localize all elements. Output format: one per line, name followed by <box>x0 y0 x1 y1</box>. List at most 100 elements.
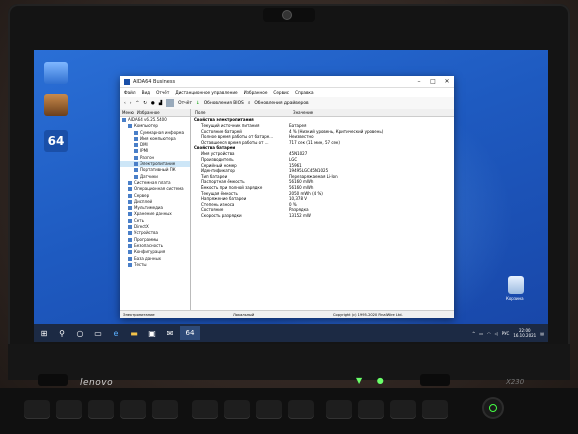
refresh-icon[interactable]: ↻ <box>143 101 147 106</box>
tree-node-icon <box>128 250 132 255</box>
status-leds: ▼ ● <box>356 376 390 385</box>
tree-node-icon <box>134 174 138 179</box>
volume-icon[interactable]: ◁ <box>495 331 498 336</box>
minimize-icon[interactable]: – <box>412 76 426 87</box>
key-f5[interactable] <box>192 400 218 419</box>
desktop-icon-1[interactable] <box>44 62 68 84</box>
recycle-bin-icon[interactable] <box>508 276 524 294</box>
tab-menu[interactable]: Меню <box>122 110 134 115</box>
key-f8[interactable] <box>288 400 314 419</box>
key-f7[interactable] <box>256 400 282 419</box>
status-mid: Локальный <box>233 312 255 317</box>
taskview-icon[interactable]: ▭ <box>90 326 106 340</box>
tree-item-label: Компьютер <box>134 123 158 129</box>
tree-item-label: Хранение данных <box>134 211 172 217</box>
key-f10[interactable] <box>358 400 384 419</box>
menu-file[interactable]: Файл <box>124 90 136 95</box>
back-icon[interactable]: ‹ <box>124 101 126 106</box>
field-name: Скорость разрядки <box>201 212 242 218</box>
report-button[interactable]: Отчёт <box>178 101 192 106</box>
start-icon[interactable]: ⊞ <box>36 326 52 340</box>
user-icon[interactable]: ● <box>151 101 155 106</box>
tree-item-label: Электропитание <box>140 161 176 167</box>
menu-tools[interactable]: Сервис <box>273 90 289 95</box>
driver-update-button[interactable]: Обновления драйверов <box>254 101 308 106</box>
tree-item[interactable]: Тесты <box>120 262 190 268</box>
key-f1[interactable] <box>56 400 82 419</box>
tree-item-label: Имя компьютера <box>140 135 176 141</box>
chart-icon[interactable]: ▟ <box>159 101 162 106</box>
mail-icon[interactable]: ✉ <box>162 326 178 340</box>
tree-item-label: Датчики <box>140 173 158 179</box>
forward-icon[interactable]: › <box>130 101 132 106</box>
menu-report[interactable]: Отчёт <box>156 90 169 95</box>
tree-node-icon <box>128 124 132 129</box>
search-taskbar-icon[interactable]: ⚲ <box>54 326 70 340</box>
tree-node-icon <box>134 130 138 135</box>
up-icon[interactable]: ^ <box>136 101 140 106</box>
cortana-icon[interactable]: ○ <box>72 326 88 340</box>
bios-update-button[interactable]: Обновления BIOS <box>204 101 244 106</box>
tree-node-icon <box>128 237 132 242</box>
key-f11[interactable] <box>390 400 416 419</box>
key-esc[interactable] <box>24 400 50 419</box>
tree-item-label: Сервер <box>134 192 150 198</box>
field-value: 13152 mW <box>289 212 311 218</box>
tree-node-icon <box>128 193 132 198</box>
right-hinge <box>420 374 450 386</box>
power-button[interactable] <box>484 399 502 417</box>
tree-item-label: Дисплей <box>134 198 153 204</box>
key-f2[interactable] <box>88 400 114 419</box>
tree-node-icon <box>128 243 132 248</box>
model-label: X230 <box>506 378 525 386</box>
menu-view[interactable]: Вид <box>142 90 151 95</box>
tree-item-label: Конфигурация <box>134 249 166 255</box>
edge-icon[interactable]: e <box>108 326 124 340</box>
close-icon[interactable]: ✕ <box>440 76 454 87</box>
tree-item-label: База данных <box>134 255 162 261</box>
menu-remote[interactable]: Дистанционное управление <box>175 90 237 95</box>
key-f4[interactable] <box>152 400 178 419</box>
chevron-up-icon[interactable]: ^ <box>472 331 475 336</box>
camera-lens <box>283 11 291 19</box>
column-header: Поле Значение <box>191 109 454 117</box>
column-value[interactable]: Значение <box>289 109 313 116</box>
download-icon: ↓ <box>196 100 200 106</box>
battery-icon[interactable]: ▭ <box>479 331 483 336</box>
lower-bezel <box>8 344 570 380</box>
search-icon: ⌕ <box>247 101 251 106</box>
menu-favorites[interactable]: Избранное <box>244 90 268 95</box>
key-f9[interactable] <box>326 400 352 419</box>
maximize-icon[interactable]: □ <box>426 76 440 87</box>
window-title: AIDA64 Business <box>133 78 176 85</box>
aida64-window: AIDA64 Business – □ ✕ Файл Вид Отчёт Дис… <box>120 76 454 318</box>
notifications-icon[interactable]: ▤ <box>540 331 544 336</box>
tree-item-label: Мультимедиа <box>134 205 163 211</box>
tree-node-icon <box>134 143 138 148</box>
window-controls: – □ ✕ <box>412 76 454 87</box>
explorer-icon[interactable]: ▬ <box>126 326 142 340</box>
tree-item-label: DirectX <box>134 224 149 230</box>
key-f6[interactable] <box>224 400 250 419</box>
tree-item[interactable]: Операционная система <box>120 186 190 192</box>
key-f12[interactable] <box>422 400 448 419</box>
tree-item-label: DMI <box>140 142 148 148</box>
status-right: Copyright (c) 1995-2020 FinalWire Ltd. <box>333 312 403 317</box>
aida64-taskbar-button[interactable]: 64 <box>180 326 200 340</box>
column-field[interactable]: Поле <box>191 109 289 116</box>
tree-node-icon <box>128 212 132 217</box>
system-tray: ^ ▭ ◠ ◁ РУС 22:00 16.10.2021 ▤ <box>472 328 548 338</box>
tree-item-label: Портативный ПК <box>140 167 176 173</box>
tree-item-label: Разгон <box>140 154 155 160</box>
aida64-desktop-icon[interactable]: 64 <box>44 130 68 152</box>
wifi-icon[interactable]: ◠ <box>487 331 491 336</box>
menu-help[interactable]: Справка <box>295 90 313 95</box>
tab-favorites[interactable]: Избранное <box>137 110 160 115</box>
store-icon[interactable]: ▣ <box>144 326 160 340</box>
detail-row[interactable]: Скорость разрядки 13152 mW <box>191 213 454 219</box>
desktop-icon-2[interactable] <box>44 94 68 116</box>
language-indicator[interactable]: РУС <box>502 331 510 336</box>
key-f3[interactable] <box>120 400 146 419</box>
tree-panel: Меню Избранное AIDA64 v6.25.5400 Компьюте… <box>120 109 191 311</box>
clock[interactable]: 22:00 16.10.2021 <box>513 328 536 338</box>
